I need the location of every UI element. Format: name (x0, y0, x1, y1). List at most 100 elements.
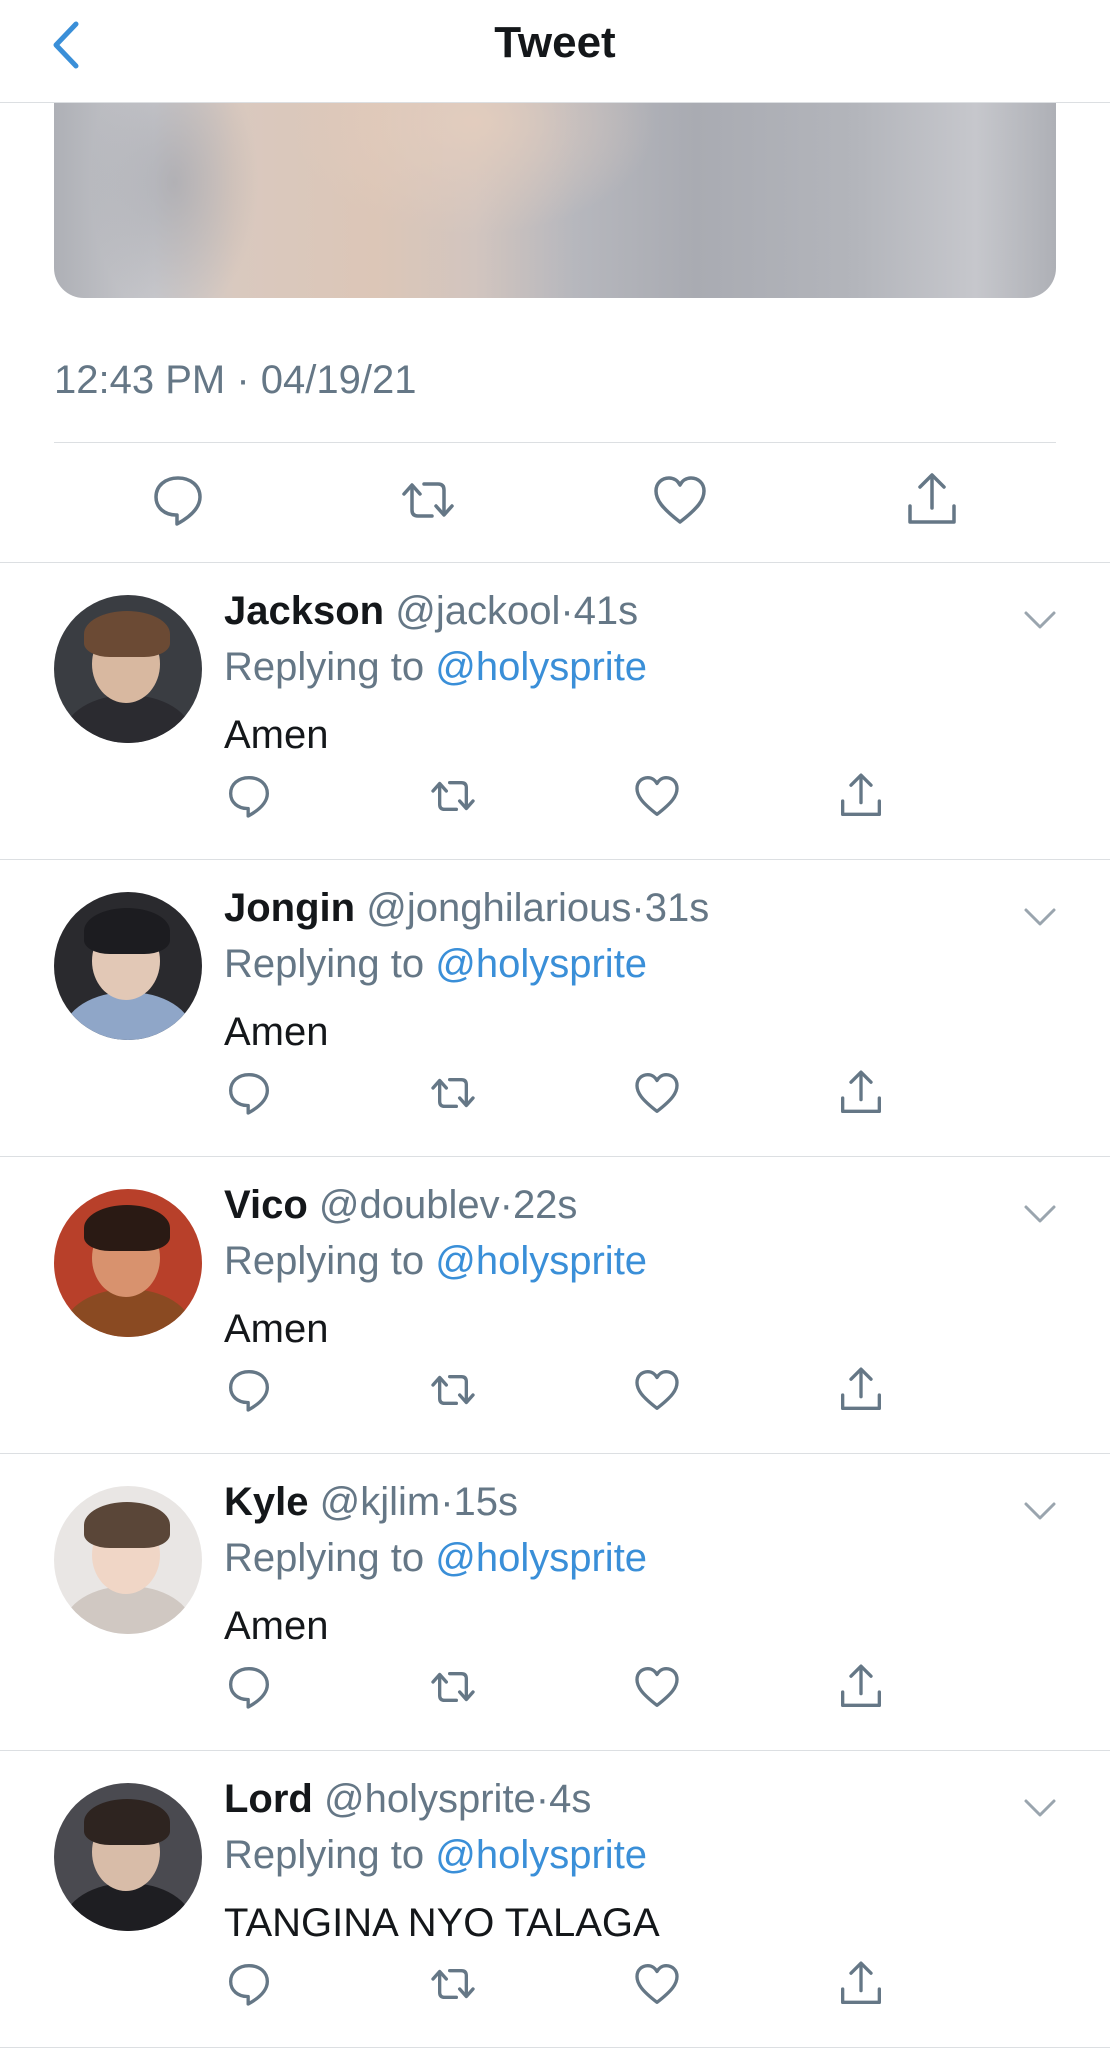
replying-to-label: Replying to (224, 645, 425, 689)
heart-icon (632, 1365, 682, 1415)
user-name[interactable]: Lord (224, 1777, 313, 1821)
replying-to-mention[interactable]: @holysprite (435, 1833, 647, 1877)
reply-header: Jackson @jackool·41s (224, 589, 638, 634)
reply-text: Amen (224, 1307, 329, 1351)
reply-item[interactable]: Jackson @jackool·41s Replying to @holyspr… (0, 563, 1110, 860)
like-button[interactable] (632, 1662, 682, 1712)
heart-icon (632, 1662, 682, 1712)
user-handle[interactable]: @doublev (319, 1183, 500, 1227)
more-options-button[interactable] (1020, 1496, 1060, 1526)
reply-header: Jongin @jonghilarious·31s (224, 886, 709, 931)
user-handle[interactable]: @jonghilarious (366, 886, 631, 930)
retweet-button[interactable] (428, 1365, 478, 1415)
reply-item[interactable]: Kyle @kjlim·15s Replying to @holysprite Am… (0, 1454, 1110, 1751)
like-button[interactable] (632, 1068, 682, 1118)
reply-age: 15s (453, 1480, 519, 1524)
retweet-button[interactable] (428, 771, 478, 821)
avatar[interactable] (54, 595, 202, 743)
replying-to-line: Replying to @holysprite (224, 1536, 647, 1581)
replying-to-mention[interactable]: @holysprite (435, 1239, 647, 1283)
reply-item[interactable]: Jongin @jonghilarious·31s Replying to @ho… (0, 860, 1110, 1157)
replying-to-label: Replying to (224, 1239, 425, 1283)
replying-to-line: Replying to @holysprite (224, 942, 647, 987)
like-button[interactable] (632, 771, 682, 821)
reply-header: Lord @holysprite·4s (224, 1777, 591, 1822)
reply-icon (148, 470, 208, 530)
like-button[interactable] (650, 470, 710, 530)
user-handle[interactable]: @jackool (395, 589, 560, 633)
top-navigation-bar: Tweet (0, 0, 1110, 103)
share-button[interactable] (836, 1959, 886, 2009)
retweet-icon (428, 1365, 478, 1415)
like-button[interactable] (632, 1365, 682, 1415)
like-button[interactable] (632, 1959, 682, 2009)
reply-icon (224, 1068, 274, 1118)
replying-to-mention[interactable]: @holysprite (435, 1536, 647, 1580)
share-button[interactable] (836, 1662, 886, 1712)
reply-button[interactable] (224, 771, 274, 821)
replying-to-mention[interactable]: @holysprite (435, 942, 647, 986)
heart-icon (632, 771, 682, 821)
avatar[interactable] (54, 892, 202, 1040)
reply-button[interactable] (224, 1068, 274, 1118)
share-icon (902, 470, 962, 530)
avatar[interactable] (54, 1189, 202, 1337)
user-name[interactable]: Kyle (224, 1480, 309, 1524)
reply-text: Amen (224, 1604, 329, 1648)
share-icon (836, 1959, 886, 2009)
reply-button[interactable] (148, 470, 208, 530)
more-options-button[interactable] (1020, 1793, 1060, 1823)
retweet-icon (428, 771, 478, 821)
separator-dot: · (535, 1777, 550, 1821)
reply-button[interactable] (224, 1662, 274, 1712)
avatar[interactable] (54, 1486, 202, 1634)
retweet-button[interactable] (428, 1068, 478, 1118)
share-button[interactable] (836, 1068, 886, 1118)
user-name[interactable]: Vico (224, 1183, 308, 1227)
more-options-button[interactable] (1020, 902, 1060, 932)
retweet-icon (428, 1068, 478, 1118)
user-name[interactable]: Jongin (224, 886, 355, 930)
reply-text: TANGINA NYO TALAGA (224, 1901, 660, 1945)
replying-to-mention[interactable]: @holysprite (435, 645, 647, 689)
heart-icon (632, 1068, 682, 1118)
reply-age: 31s (644, 886, 710, 930)
more-options-button[interactable] (1020, 1199, 1060, 1229)
tweet-timestamp: 12:43 PM · 04/19/21 (54, 358, 417, 402)
chevron-down-icon (1020, 1793, 1060, 1823)
reply-item[interactable]: Vico @doublev·22s Replying to @holysprite… (0, 1157, 1110, 1454)
replying-to-label: Replying to (224, 1536, 425, 1580)
reply-button[interactable] (224, 1365, 274, 1415)
reply-icon (224, 771, 274, 821)
replying-to-label: Replying to (224, 942, 425, 986)
retweet-icon (428, 1662, 478, 1712)
avatar[interactable] (54, 1783, 202, 1931)
share-button[interactable] (902, 470, 962, 530)
share-button[interactable] (836, 1365, 886, 1415)
user-handle[interactable]: @holysprite (324, 1777, 536, 1821)
more-options-button[interactable] (1020, 605, 1060, 635)
reply-icon (224, 1365, 274, 1415)
user-handle[interactable]: @kjlim (320, 1480, 441, 1524)
retweet-button[interactable] (398, 470, 458, 530)
heart-icon (632, 1959, 682, 2009)
tweet-media-image[interactable] (54, 102, 1056, 298)
separator-dot: · (560, 589, 574, 633)
user-name[interactable]: Jackson (224, 589, 384, 633)
reply-age: 41s (573, 589, 639, 633)
separator-dot: · (440, 1480, 454, 1524)
retweet-button[interactable] (428, 1662, 478, 1712)
chevron-down-icon (1020, 1199, 1060, 1229)
heart-icon (650, 470, 710, 530)
retweet-icon (398, 470, 458, 530)
retweet-button[interactable] (428, 1959, 478, 2009)
replying-to-line: Replying to @holysprite (224, 645, 647, 690)
reply-text: Amen (224, 1010, 329, 1054)
reply-button[interactable] (224, 1959, 274, 2009)
reply-header: Vico @doublev·22s (224, 1183, 577, 1228)
share-button[interactable] (836, 771, 886, 821)
page-title: Tweet (494, 18, 616, 67)
separator-dot: · (631, 886, 645, 930)
replying-to-line: Replying to @holysprite (224, 1833, 647, 1878)
reply-item[interactable]: Lord @holysprite·4s Replying to @holyspri… (0, 1751, 1110, 2048)
